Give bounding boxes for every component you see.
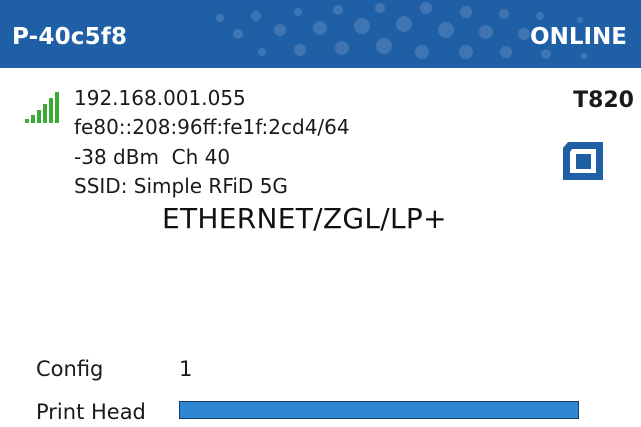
printer-name: P-40c5f8: [12, 24, 128, 50]
print-head-level-bar: [179, 401, 579, 419]
ipv4-address: 192.168.001.055: [74, 86, 246, 110]
wifi-signal-bars-icon: [25, 92, 59, 123]
print-head-label: Print Head: [36, 400, 146, 424]
protocol-mode: ETHERNET/ZGL/LP+: [162, 202, 447, 235]
online-status: ONLINE: [530, 24, 627, 50]
ipv6-address: fe80::208:96ff:fe1f:2cd4/64: [74, 115, 350, 139]
print-head-level-fill: [180, 402, 578, 418]
ribbon-cartridge-icon: [563, 142, 603, 180]
ssid-label: SSID: Simple RFiD 5G: [74, 174, 288, 198]
config-value: 1: [179, 357, 193, 381]
printer-model: T820: [573, 88, 634, 113]
status-header: P-40c5f8 ONLINE: [0, 0, 641, 68]
printer-status-screen: P-40c5f8 ONLINE 192.168.001.055 fe80::20…: [0, 0, 641, 427]
config-label: Config: [36, 357, 104, 381]
signal-strength-channel: -38 dBm Ch 40: [74, 145, 231, 169]
